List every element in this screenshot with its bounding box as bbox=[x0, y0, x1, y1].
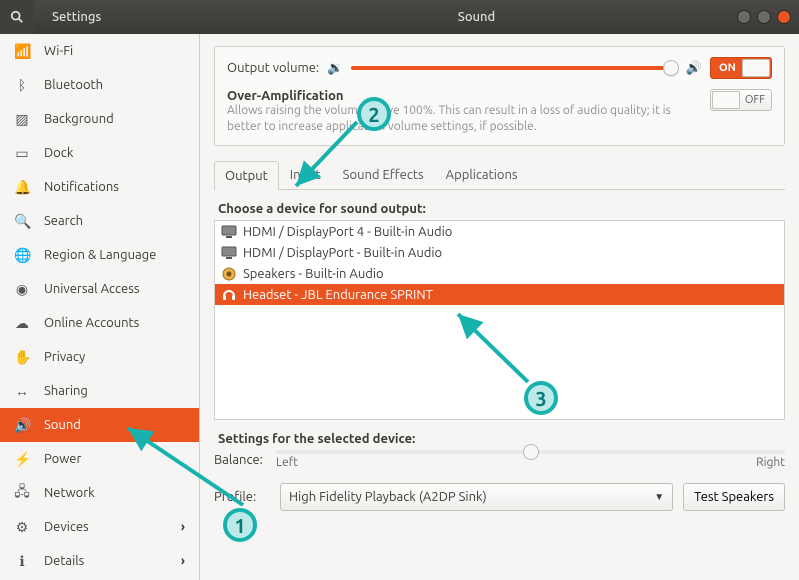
tab-input[interactable]: Input bbox=[279, 160, 332, 189]
sidebar-item-privacy[interactable]: ✋ Privacy bbox=[0, 340, 199, 374]
sidebar-item-label: Sound bbox=[44, 418, 81, 432]
sidebar-item-power[interactable]: ⚡ Power bbox=[0, 442, 199, 476]
sidebar-item-label: Sharing bbox=[44, 384, 88, 398]
sidebar-item-dock[interactable]: ▭ Dock bbox=[0, 136, 199, 170]
device-label: HDMI / DisplayPort 4 - Built-in Audio bbox=[243, 225, 452, 239]
sidebar-item-icon: ⚡ bbox=[14, 451, 30, 468]
sidebar-item-label: Dock bbox=[44, 146, 73, 160]
balance-right-label: Right bbox=[756, 456, 785, 469]
sidebar-item-label: Details bbox=[44, 554, 84, 568]
overamp-description: Allows raising the volume above 100%. Th… bbox=[227, 103, 696, 135]
device-label: Speakers - Built-in Audio bbox=[243, 267, 384, 281]
search-icon[interactable] bbox=[0, 0, 34, 34]
volume-panel: Output volume: 🔉 🔊 ON Over-Amplification… bbox=[214, 46, 785, 146]
sidebar-item-label: Universal Access bbox=[44, 282, 139, 296]
device-item[interactable]: Headset - JBL Endurance SPRINT bbox=[215, 284, 784, 305]
sidebar-item-region-language[interactable]: 🌐 Region & Language bbox=[0, 238, 199, 272]
sidebar-item-label: Notifications bbox=[44, 180, 119, 194]
sidebar-item-icon: ᛒ bbox=[14, 77, 30, 93]
sidebar-item-universal-access[interactable]: ◉ Universal Access bbox=[0, 272, 199, 306]
profile-combo[interactable]: High Fidelity Playback (A2DP Sink) ▼ bbox=[280, 483, 673, 511]
headset-icon bbox=[221, 288, 237, 302]
output-volume-toggle[interactable]: ON bbox=[710, 57, 772, 79]
sidebar-item-icon: 🖧 bbox=[14, 481, 30, 505]
device-item[interactable]: HDMI / DisplayPort 4 - Built-in Audio bbox=[215, 221, 784, 242]
balance-left-label: Left bbox=[276, 456, 298, 469]
sidebar-item-sound[interactable]: 🔊 Sound bbox=[0, 408, 199, 442]
output-volume-slider[interactable] bbox=[351, 58, 678, 78]
main-content: Output volume: 🔉 🔊 ON Over-Amplification… bbox=[200, 34, 799, 580]
overamp-toggle[interactable]: OFF bbox=[710, 89, 772, 111]
sidebar-item-icon: ℹ bbox=[14, 553, 30, 570]
balance-label: Balance: bbox=[214, 453, 270, 467]
test-speakers-button[interactable]: Test Speakers bbox=[683, 483, 785, 511]
panel-title: Sound bbox=[216, 10, 737, 24]
sidebar-item-network[interactable]: 🖧 Network bbox=[0, 476, 199, 510]
monitor-icon bbox=[221, 225, 237, 239]
profile-value: High Fidelity Playback (A2DP Sink) bbox=[289, 490, 487, 504]
monitor-icon bbox=[221, 246, 237, 260]
sidebar-item-bluetooth[interactable]: ᛒ Bluetooth bbox=[0, 68, 199, 102]
sidebar-item-label: Online Accounts bbox=[44, 316, 139, 330]
tab-sound-effects[interactable]: Sound Effects bbox=[332, 160, 435, 189]
settings-sidebar: 📶 Wi-Fi ᛒ Bluetooth ▨ Background ▭ Dock 🔔 Notific… bbox=[0, 34, 200, 580]
device-label: Headset - JBL Endurance SPRINT bbox=[243, 288, 433, 302]
sidebar-item-label: Search bbox=[44, 214, 83, 228]
chevron-right-icon: › bbox=[181, 554, 185, 568]
sidebar-item-sharing[interactable]: ↔ Sharing bbox=[0, 374, 199, 408]
device-item[interactable]: Speakers - Built-in Audio bbox=[215, 263, 784, 284]
sidebar-item-label: Privacy bbox=[44, 350, 85, 364]
device-label: HDMI / DisplayPort - Built-in Audio bbox=[243, 246, 442, 260]
sidebar-item-wi-fi[interactable]: 📶 Wi-Fi bbox=[0, 34, 199, 68]
close-icon[interactable] bbox=[777, 10, 791, 24]
sidebar-item-label: Power bbox=[44, 452, 81, 466]
window-controls bbox=[737, 10, 799, 24]
sidebar-item-icon: ✋ bbox=[14, 349, 30, 366]
sidebar-item-icon: ☁ bbox=[14, 315, 30, 332]
selected-device-title: Settings for the selected device: bbox=[218, 432, 785, 446]
sidebar-item-icon: ⚙ bbox=[14, 519, 30, 536]
sidebar-item-online-accounts[interactable]: ☁ Online Accounts bbox=[0, 306, 199, 340]
sidebar-item-icon: ↔ bbox=[14, 383, 30, 399]
minimize-icon[interactable] bbox=[737, 10, 751, 24]
sidebar-item-icon: ▭ bbox=[14, 145, 30, 162]
sidebar-item-label: Bluetooth bbox=[44, 78, 103, 92]
sidebar-item-details[interactable]: ℹ Details › bbox=[0, 544, 199, 578]
title-bar: Settings Sound bbox=[0, 0, 799, 34]
speaker-high-icon: 🔊 bbox=[686, 61, 702, 76]
sound-tabs: OutputInputSound EffectsApplications bbox=[214, 160, 785, 190]
profile-label: Profile: bbox=[214, 490, 270, 504]
tab-output[interactable]: Output bbox=[214, 161, 279, 190]
balance-slider[interactable] bbox=[276, 450, 785, 454]
sidebar-item-icon: 🌐 bbox=[14, 247, 30, 264]
tab-applications[interactable]: Applications bbox=[435, 160, 529, 189]
sidebar-item-icon: 🔔 bbox=[14, 179, 30, 196]
speaker-low-icon: 🔉 bbox=[327, 61, 343, 76]
output-device-list[interactable]: HDMI / DisplayPort 4 - Built-in Audio HDM… bbox=[214, 220, 785, 420]
sidebar-item-icon: ◉ bbox=[14, 281, 30, 298]
speaker-icon bbox=[221, 267, 237, 281]
device-section-title: Choose a device for sound output: bbox=[218, 202, 785, 216]
device-item[interactable]: HDMI / DisplayPort - Built-in Audio bbox=[215, 242, 784, 263]
sidebar-item-label: Background bbox=[44, 112, 114, 126]
sidebar-item-label: Devices bbox=[44, 520, 89, 534]
sidebar-item-label: Network bbox=[44, 486, 95, 500]
sidebar-item-icon: ▨ bbox=[14, 111, 30, 128]
sidebar-item-icon: 📶 bbox=[14, 43, 30, 60]
app-title: Settings bbox=[34, 10, 216, 24]
sidebar-item-devices[interactable]: ⚙ Devices › bbox=[0, 510, 199, 544]
sidebar-item-label: Region & Language bbox=[44, 248, 156, 262]
sidebar-item-icon: 🔊 bbox=[14, 417, 30, 434]
maximize-icon[interactable] bbox=[757, 10, 771, 24]
sidebar-item-background[interactable]: ▨ Background bbox=[0, 102, 199, 136]
sidebar-item-label: Wi-Fi bbox=[44, 44, 73, 58]
sidebar-item-icon: 🔍 bbox=[14, 213, 30, 230]
chevron-down-icon: ▼ bbox=[654, 491, 664, 503]
chevron-right-icon: › bbox=[181, 520, 185, 534]
sidebar-item-search[interactable]: 🔍 Search bbox=[0, 204, 199, 238]
sidebar-item-notifications[interactable]: 🔔 Notifications bbox=[0, 170, 199, 204]
output-volume-label: Output volume: bbox=[227, 61, 319, 75]
overamp-title: Over-Amplification bbox=[227, 89, 696, 103]
